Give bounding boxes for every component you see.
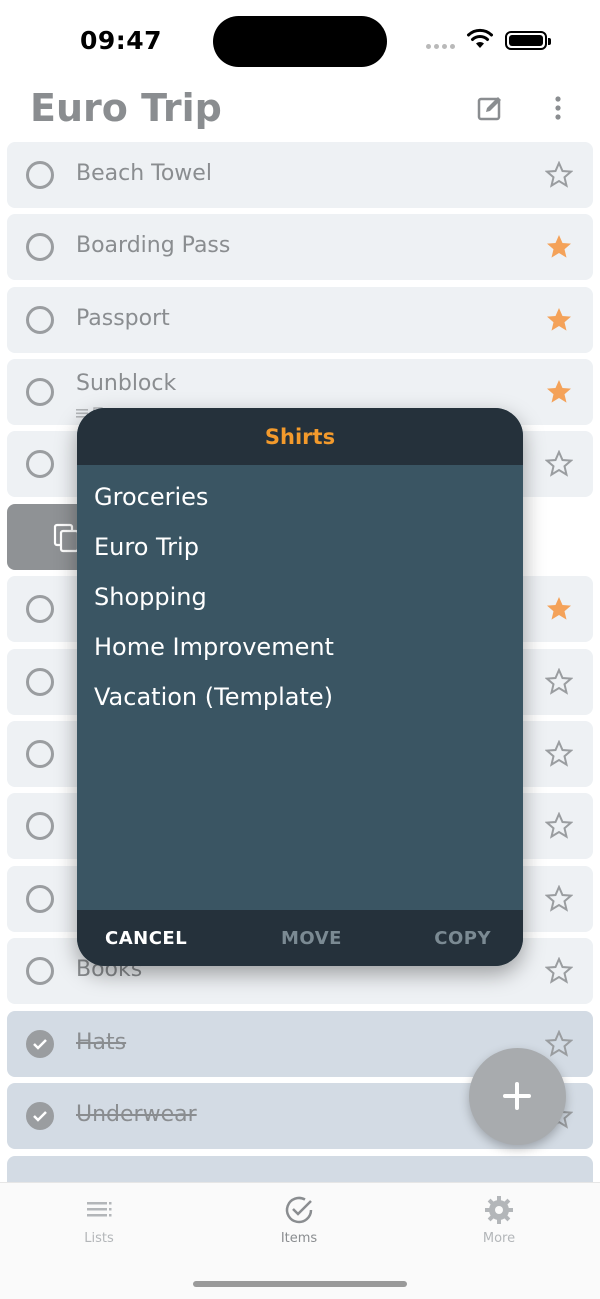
star-outline-icon[interactable] [544,884,574,913]
star-outline-icon[interactable] [544,160,574,189]
list-item[interactable]: Beach Towel [7,142,593,208]
tab-more[interactable]: More [439,1195,559,1246]
star-filled-icon[interactable] [545,233,573,261]
unchecked-circle-icon[interactable] [26,812,54,840]
dialog-title: Shirts [264,424,336,449]
check-circle-icon [285,1196,313,1224]
destination-list: Groceries Euro Trip Shopping Home Improv… [77,465,523,722]
dynamic-island [213,16,387,67]
checked-circle-icon[interactable] [26,1030,54,1058]
move-button[interactable]: MOVE [281,928,342,949]
unchecked-circle-icon[interactable] [26,161,54,189]
status-bar: 09:47 [0,0,600,84]
checked-circle-icon[interactable] [26,1102,54,1130]
item-name: Underwear [76,1102,197,1127]
star-outline-icon[interactable] [544,1029,574,1058]
item-name: Hats [76,1030,127,1055]
tab-lists[interactable]: Lists [39,1195,159,1246]
star-filled-icon[interactable] [545,595,573,623]
tab-label-items: Items [280,1231,318,1246]
star-outline-icon[interactable] [544,667,574,696]
wifi-icon [467,28,493,48]
list-item[interactable]: Passport [7,287,593,353]
edit-icon[interactable] [476,94,504,122]
unchecked-circle-icon[interactable] [26,885,54,913]
option-vacation-template[interactable]: Vacation (Template) [77,672,523,722]
more-vertical-icon[interactable] [548,94,568,122]
list-icon [87,1202,112,1217]
list-header: Euro Trip [0,84,600,140]
item-name: Sunblock [76,371,177,396]
star-outline-icon[interactable] [544,956,574,985]
dialog-header: Shirts [77,408,523,465]
item-name: Passport [76,306,170,331]
item-name: Boarding Pass [76,233,231,258]
battery-icon [505,31,551,50]
unchecked-circle-icon[interactable] [26,378,54,406]
list-item[interactable]: Boarding Pass [7,214,593,280]
star-outline-icon[interactable] [544,811,574,840]
option-shopping[interactable]: Shopping [77,572,523,622]
tab-items[interactable]: Items [239,1195,359,1246]
move-copy-dialog: Shirts Groceries Euro Trip Shopping Home… [77,408,523,966]
unchecked-circle-icon[interactable] [26,957,54,985]
option-euro-trip[interactable]: Euro Trip [77,522,523,572]
option-groceries[interactable]: Groceries [77,472,523,522]
page-title: Euro Trip [30,86,222,130]
dialog-actions: CANCEL MOVE COPY [77,910,523,966]
gear-icon [485,1196,513,1224]
unchecked-circle-icon[interactable] [26,306,54,334]
home-indicator [193,1281,407,1287]
tab-label-more: More [482,1231,516,1246]
star-filled-icon[interactable] [545,306,573,334]
status-time: 09:47 [80,26,163,55]
unchecked-circle-icon[interactable] [26,450,54,478]
star-outline-icon[interactable] [544,449,574,478]
item-name: Beach Towel [76,161,212,186]
unchecked-circle-icon[interactable] [26,668,54,696]
unchecked-circle-icon[interactable] [26,595,54,623]
option-home-improvement[interactable]: Home Improvement [77,622,523,672]
star-outline-icon[interactable] [544,739,574,768]
add-item-button[interactable] [469,1048,566,1145]
tab-label-lists: Lists [84,1231,114,1246]
copy-button[interactable]: COPY [434,928,491,949]
unchecked-circle-icon[interactable] [26,233,54,261]
star-filled-icon[interactable] [545,378,573,406]
cancel-button[interactable]: CANCEL [105,928,187,949]
signal-icon [426,44,458,50]
unchecked-circle-icon[interactable] [26,740,54,768]
